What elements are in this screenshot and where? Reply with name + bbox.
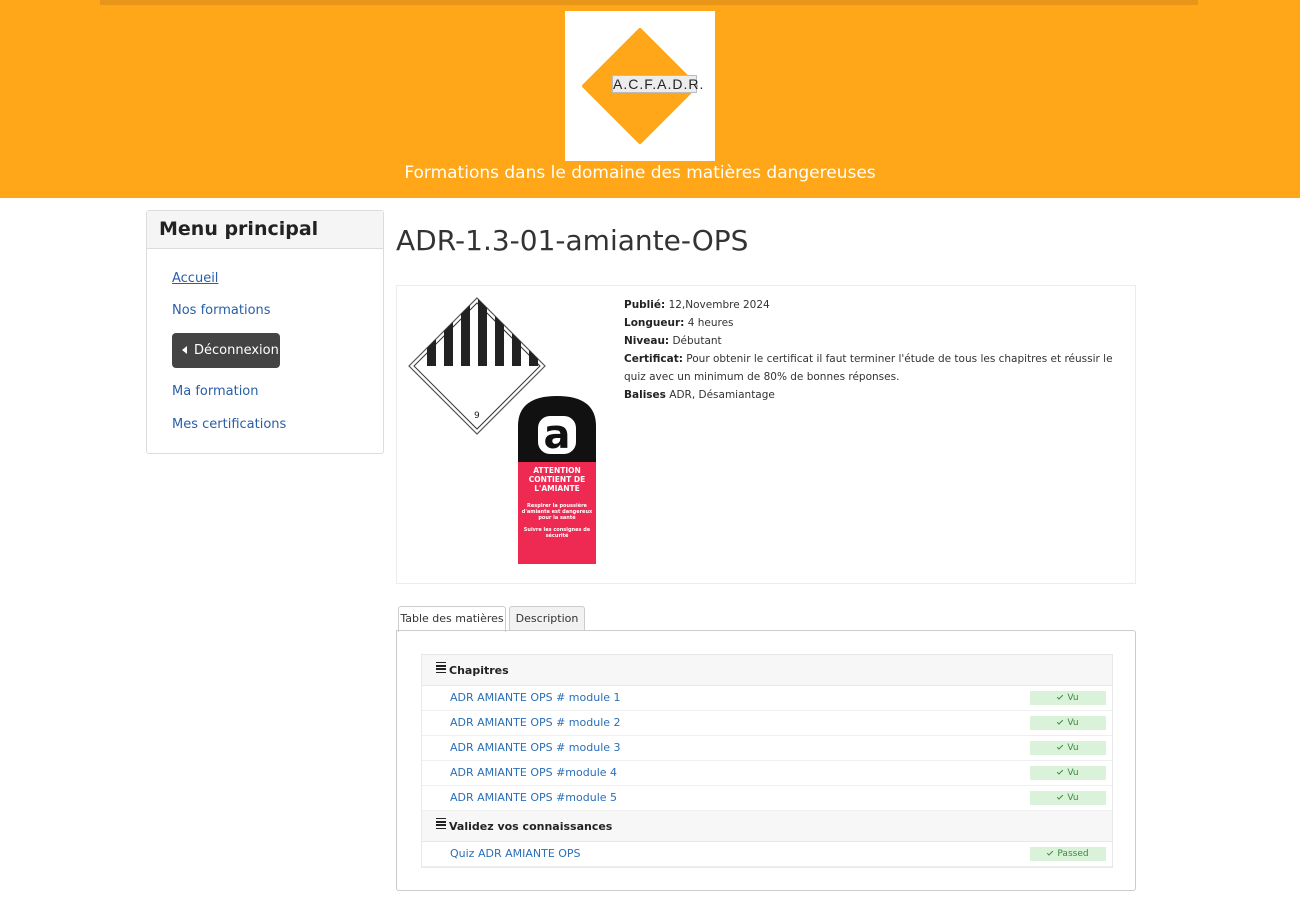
table-row: ADR AMIANTE OPS # module 1 Vu [422, 686, 1112, 711]
nav-nos-formations[interactable]: Nos formations [172, 303, 271, 318]
nav-mes-certifications[interactable]: Mes certifications [172, 417, 286, 432]
table-row: ADR AMIANTE OPS #module 4 Vu [422, 761, 1112, 786]
check-icon [1047, 849, 1054, 856]
logo-text: A.C.F.A.D.R. [612, 75, 705, 93]
status-badge: Vu [1030, 766, 1106, 780]
page-title: ADR-1.3-01-amiante-OPS [396, 224, 749, 257]
asbestos-warning-label: a ATTENTION CONTIENT DE L'AMIANTE Respir… [518, 396, 596, 564]
list-icon [436, 817, 446, 831]
asbestos-text-2: Suivre les consignes de sécurité [523, 527, 591, 539]
chapter-link[interactable]: ADR AMIANTE OPS # module 3 [450, 741, 621, 754]
chapter-link[interactable]: ADR AMIANTE OPS # module 1 [450, 691, 621, 704]
asbestos-title: ATTENTION CONTIENT DE L'AMIANTE [528, 466, 586, 493]
hazard-class-number: 9 [474, 411, 480, 421]
table-row: ADR AMIANTE OPS # module 3 Vu [422, 736, 1112, 761]
status-badge: Vu [1030, 791, 1106, 805]
tab-panel: Chapitres ADR AMIANTE OPS # module 1 Vu … [396, 630, 1136, 891]
course-meta: Publié: 12,Novembre 2024 Longueur: 4 heu… [624, 296, 1114, 404]
status-badge: Passed [1030, 847, 1106, 861]
site-header: A.C.F.A.D.R. Formations dans le domaine … [0, 0, 1300, 198]
table-row: ADR AMIANTE OPS # module 2 Vu [422, 711, 1112, 736]
site-tagline: Formations dans le domaine des matières … [404, 163, 876, 183]
status-badge: Vu [1030, 741, 1106, 755]
chapter-link[interactable]: ADR AMIANTE OPS #module 4 [450, 766, 617, 779]
published-row: Publié: 12,Novembre 2024 [624, 299, 770, 311]
asbestos-letter: a [544, 412, 571, 458]
tags-row: Balises ADR, Désamiantage [624, 389, 775, 401]
check-icon [1057, 793, 1064, 800]
nav-ma-formation[interactable]: Ma formation [172, 384, 259, 399]
main-menu-title: Menu principal [147, 211, 383, 249]
check-icon [1057, 768, 1064, 775]
list-icon [436, 661, 446, 675]
level-row: Niveau: Débutant [624, 335, 722, 347]
header-topline [100, 0, 1198, 5]
length-row: Longueur: 4 heures [624, 317, 734, 329]
tab-description[interactable]: Description [509, 606, 585, 631]
status-badge: Vu [1030, 691, 1106, 705]
asbestos-text-1: Respirer la poussière d'amiante est dang… [521, 503, 593, 521]
table-row: ADR AMIANTE OPS #module 5 Vu [422, 786, 1112, 811]
nav-accueil[interactable]: Accueil [172, 271, 218, 286]
course-info-panel: 9 a ATTENTION CONTIENT DE L'AMIANTE Resp… [396, 285, 1136, 584]
main-menu: Menu principal Accueil Nos formations Dé… [146, 210, 384, 454]
check-icon [1057, 743, 1064, 750]
logout-button[interactable]: Déconnexion [172, 333, 280, 368]
chapter-link[interactable]: ADR AMIANTE OPS # module 2 [450, 716, 621, 729]
check-icon [1057, 718, 1064, 725]
section-header-chapitres: Chapitres [422, 655, 1112, 686]
section-header-validez: Validez vos connaissances [422, 811, 1112, 842]
table-of-contents: Chapitres ADR AMIANTE OPS # module 1 Vu … [421, 654, 1113, 868]
status-badge: Vu [1030, 716, 1106, 730]
site-logo[interactable]: A.C.F.A.D.R. [565, 11, 715, 161]
table-row: Quiz ADR AMIANTE OPS Passed [422, 842, 1112, 867]
quiz-link[interactable]: Quiz ADR AMIANTE OPS [450, 847, 581, 860]
logout-label: Déconnexion [194, 343, 279, 358]
caret-left-icon [182, 346, 187, 354]
check-icon [1057, 693, 1064, 700]
chapter-link[interactable]: ADR AMIANTE OPS #module 5 [450, 791, 617, 804]
tab-table-des-matieres[interactable]: Table des matières [398, 606, 506, 632]
certificate-row: Certificat: Pour obtenir le certificat i… [624, 353, 1113, 383]
